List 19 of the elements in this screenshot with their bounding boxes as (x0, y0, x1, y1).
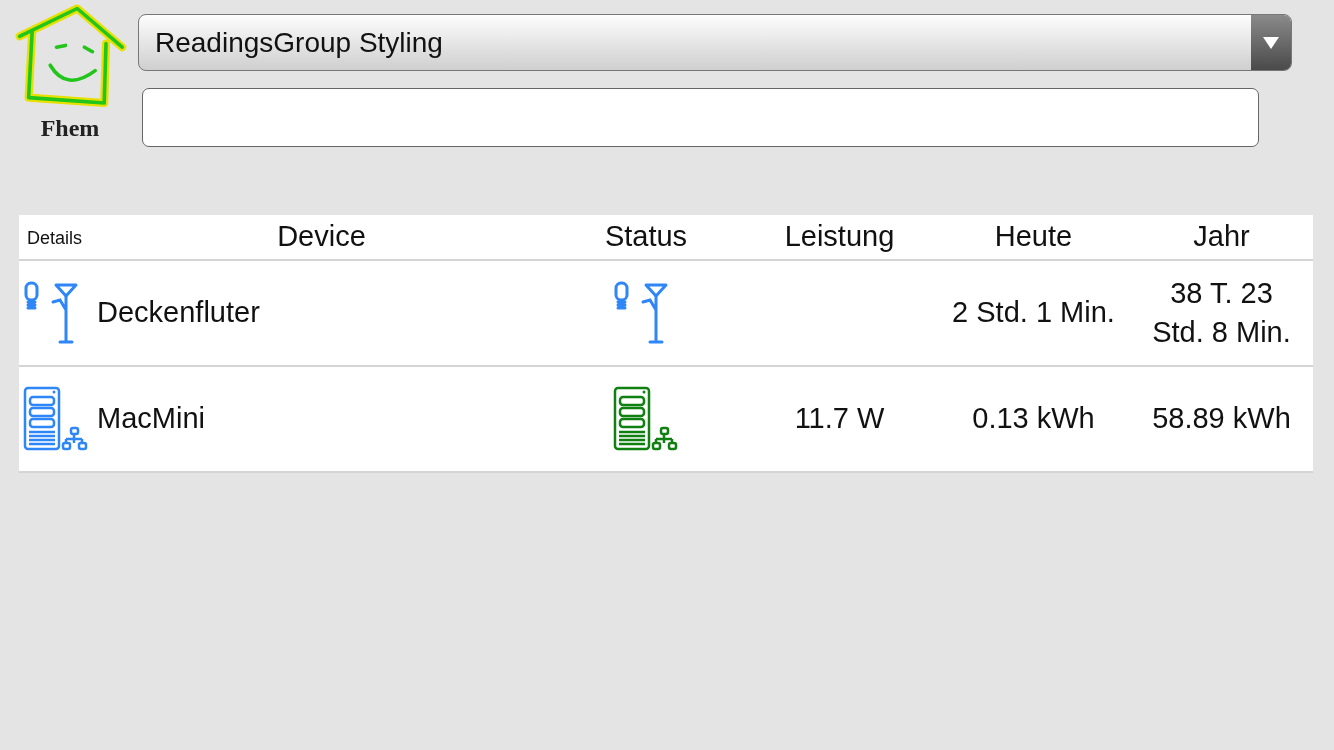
logo-text: Fhem (40, 116, 100, 140)
server-network-icon (23, 386, 89, 452)
command-input-field[interactable] (142, 88, 1259, 147)
room-dropdown[interactable]: ReadingsGroup Styling (138, 14, 1292, 71)
column-header: Leistung (784, 220, 895, 253)
device-name-link[interactable]: MacMini (97, 399, 205, 439)
column-header: Heute (994, 220, 1073, 253)
reading-value: 38 T. 23 Std. 8 Min. (1151, 275, 1292, 350)
column-header: Jahr (1193, 220, 1250, 253)
reading-value: 0.13 kWh (972, 401, 1095, 437)
device-name-link[interactable]: Deckenfluter (97, 293, 260, 333)
reading-value: 58.89 kWh (1152, 401, 1291, 437)
dropdown-caret-icon (1262, 35, 1280, 50)
reading-value: 11.7 W (794, 401, 885, 437)
column-header: Details (27, 228, 83, 248)
column-header: Device (277, 220, 366, 253)
column-header: Status (604, 220, 688, 253)
fhem-logo[interactable]: Fhem (8, 4, 132, 142)
reading-value: 2 Std. 1 Min. (952, 295, 1115, 331)
